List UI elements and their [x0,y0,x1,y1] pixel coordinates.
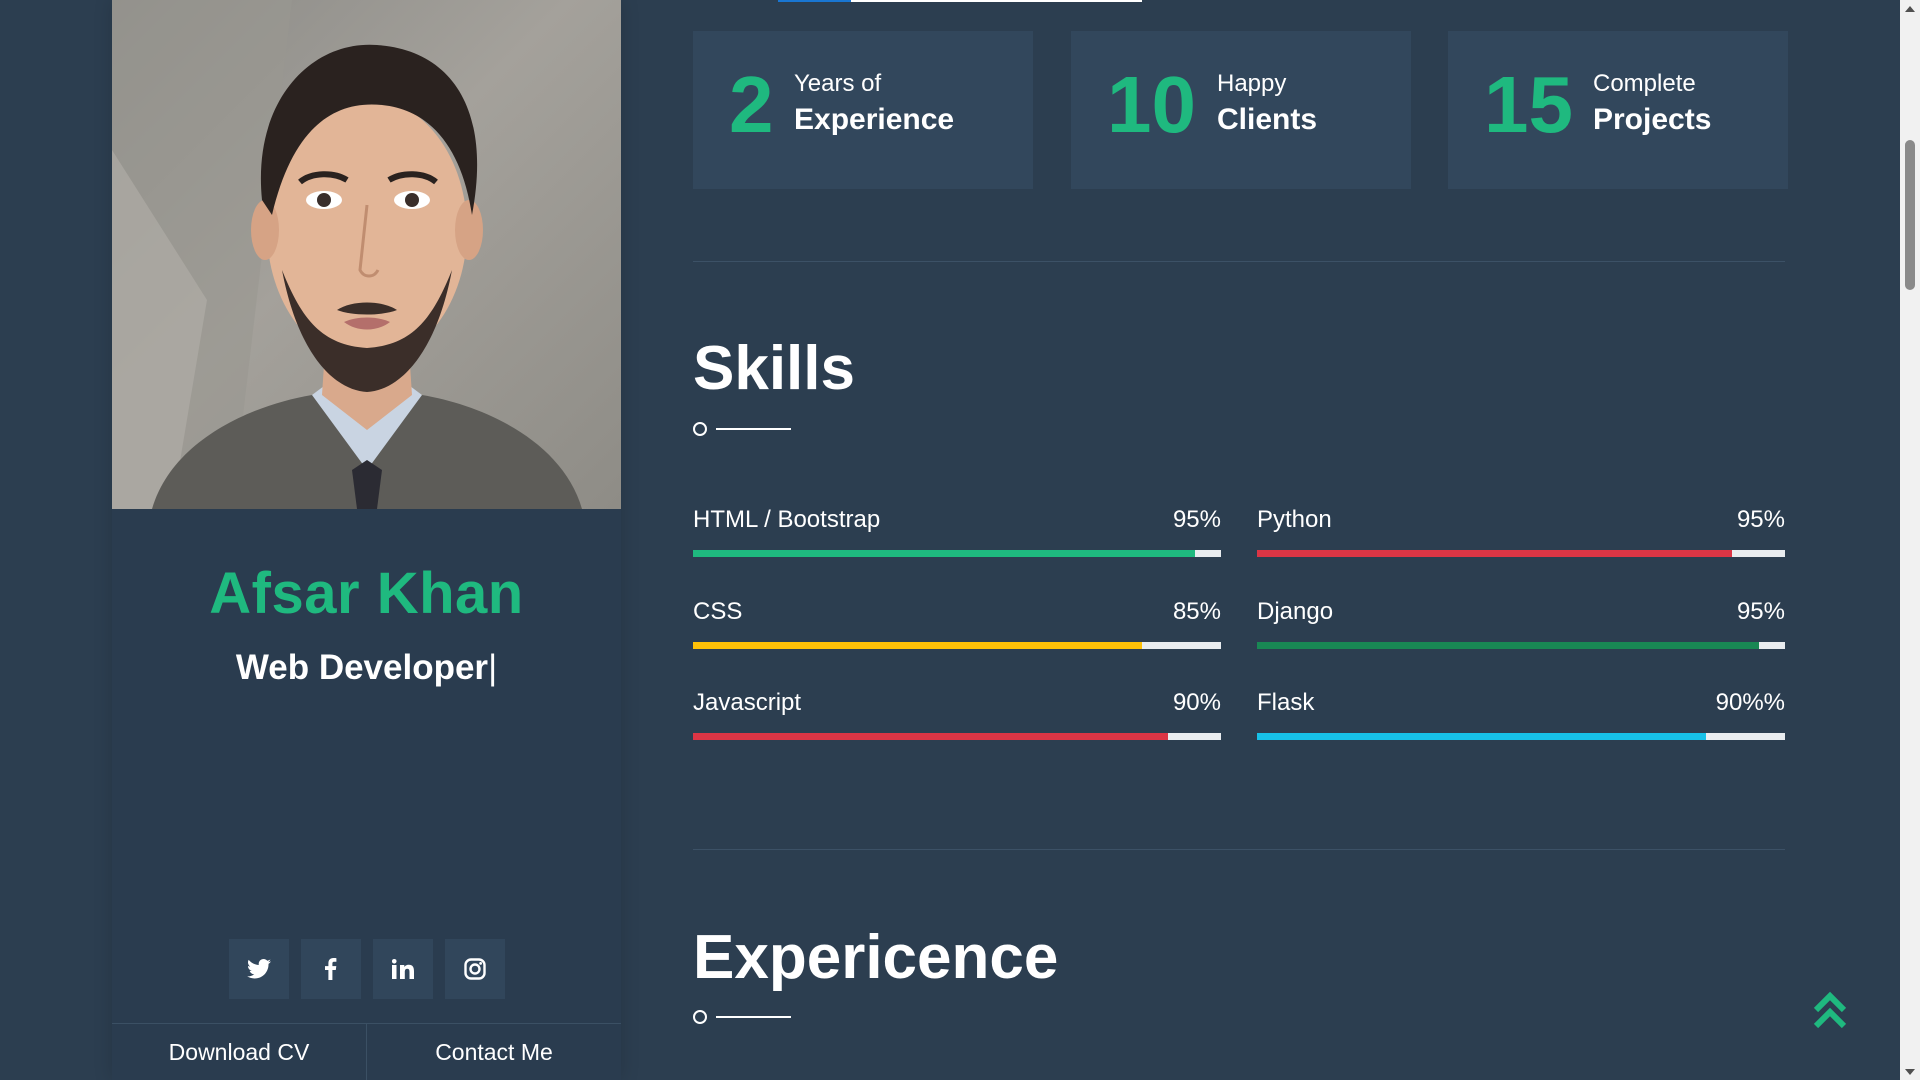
skill-name: Django [1257,598,1334,625]
profile-role-text: Web Developer [235,648,489,687]
linkedin-button[interactable] [372,939,433,999]
skill-progress-fill [693,733,1169,740]
skill-percent: 90%% [1715,689,1785,716]
download-cv-button[interactable]: Download CV [112,1024,366,1080]
section-divider [693,261,1785,262]
section-progress-indicator [778,0,1142,2]
profile-photo [112,0,621,509]
skill-percent: 90% [1172,689,1221,716]
scroll-down-arrow[interactable] [1900,1063,1920,1080]
skill-name: Python [1257,506,1332,533]
title-ring [693,422,707,436]
skill-progress-track [693,733,1221,740]
stat-label-large: Clients [1217,103,1318,136]
stat-label-small: Happy [1217,70,1287,97]
scrollbar-thumb[interactable] [1905,140,1915,290]
title-underline-decoration [693,422,793,436]
experience-title: Expericence [693,923,1059,992]
skill-name: Javascript [693,689,802,716]
instagram-button[interactable] [444,939,505,999]
skill-percent: 85% [1172,598,1221,625]
profile-card: Afsar Khan Web Developer| Download CV Co… [112,0,621,1080]
twitter-icon [246,959,271,979]
stat-label-small: Years of [794,70,882,97]
page-scrollbar[interactable] [1900,0,1920,1080]
instagram-icon [463,958,486,980]
title-ring [693,1010,707,1024]
skill-progress-track [1257,733,1785,740]
contact-me-button[interactable]: Contact Me [366,1024,621,1080]
skill-progress-fill [1257,550,1733,557]
skill-percent: 95% [1736,598,1785,625]
profile-role: Web Developer| [112,648,621,688]
stat-number: 15 [1484,60,1573,149]
stat-label-large: Projects [1593,103,1712,136]
skill-percent: 95% [1172,506,1221,533]
skill-progress-fill [693,642,1142,649]
skill-progress-track [1257,642,1785,649]
scroll-up-arrow[interactable] [1900,0,1920,17]
skill-progress-fill [1257,642,1759,649]
twitter-button[interactable] [228,939,289,999]
typing-caret: | [488,648,498,687]
skill-progress-track [1257,550,1785,557]
stat-card-clients: 10 Happy Clients [1071,31,1411,189]
facebook-button[interactable] [300,939,361,999]
skill-progress-fill [693,550,1195,557]
facebook-icon [325,958,337,980]
title-bar [716,428,791,430]
title-bar [716,1016,791,1018]
skill-name: Flask [1257,689,1315,716]
title-underline-decoration [693,1010,793,1024]
skill-name: HTML / Bootstrap [693,506,881,533]
skill-progress-fill [1257,733,1706,740]
skills-title: Skills [693,334,855,403]
skill-progress-track [693,642,1221,649]
profile-actions: Download CV Contact Me [112,1023,621,1080]
scroll-to-top-button[interactable] [1812,990,1848,1030]
linkedin-icon [391,959,414,979]
stat-card-experience: 2 Years of Experience [693,31,1033,189]
section-divider [693,849,1785,850]
stat-label-large: Experience [794,103,955,136]
stat-number: 10 [1107,60,1196,149]
double-chevron-up-icon [1813,991,1847,1029]
stat-number: 2 [729,60,774,149]
skill-percent: 95% [1736,506,1785,533]
profile-name: Afsar Khan [209,561,524,626]
portfolio-page: Afsar Khan Web Developer| Download CV Co… [0,0,1920,1080]
stat-card-projects: 15 Complete Projects [1448,31,1788,189]
stat-label-small: Complete [1593,70,1696,97]
skill-name: CSS [693,598,743,625]
social-links [112,939,621,999]
skill-progress-track [693,550,1221,557]
section-progress-active [778,0,851,2]
